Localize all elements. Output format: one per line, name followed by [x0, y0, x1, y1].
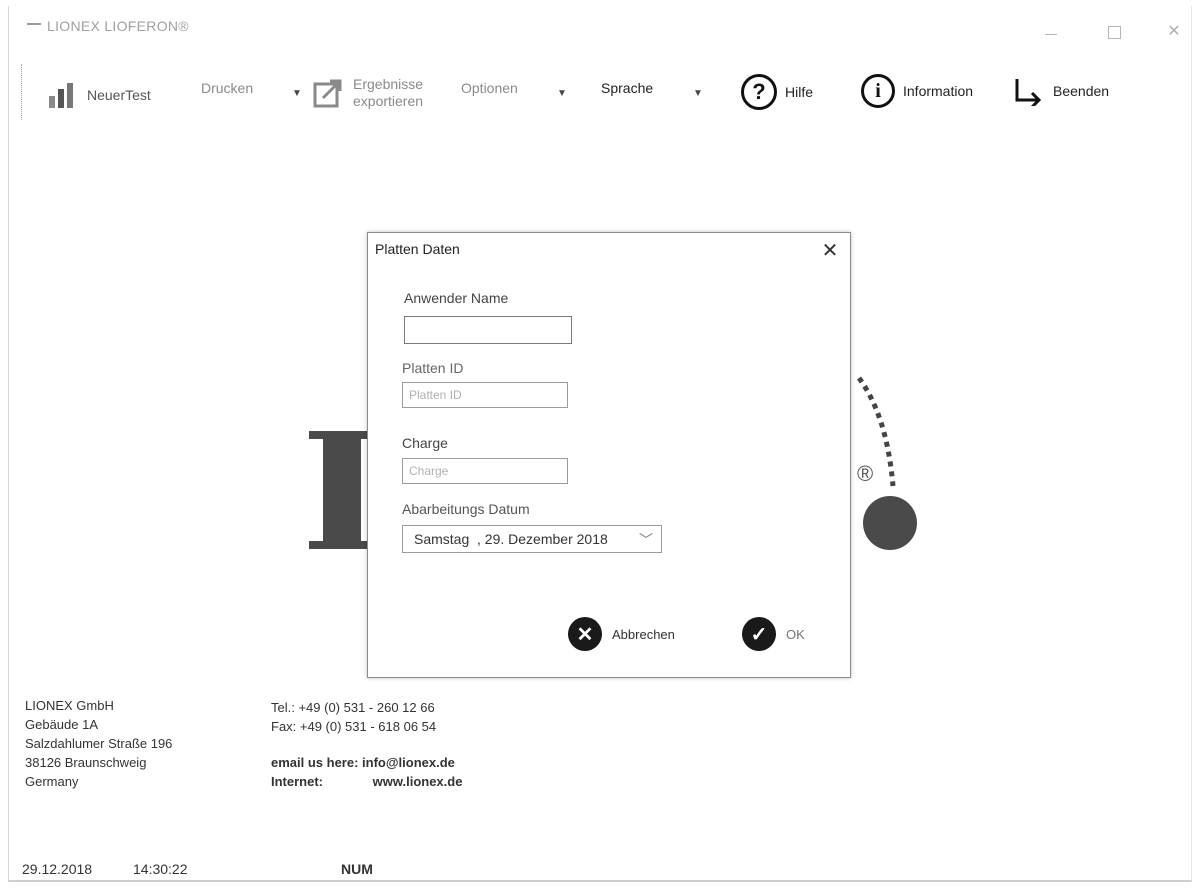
- language-label: Sprache: [601, 80, 654, 96]
- export-results-button[interactable]: Ergebnisse exportieren: [313, 76, 423, 110]
- options-button[interactable]: Optionen: [461, 80, 518, 96]
- bar-chart-icon: [49, 83, 73, 108]
- website-link[interactable]: www.lionex.de: [373, 774, 463, 789]
- cancel-label: Abbrechen: [612, 626, 675, 642]
- email-line: email us here: info@lionex.de: [271, 755, 455, 770]
- information-label: Information: [903, 83, 974, 99]
- company-contact: Tel.: +49 (0) 531 - 260 12 66 Fax: +49 (…: [271, 698, 462, 791]
- address-line: Gebäude 1A: [25, 717, 99, 732]
- exit-label: Beenden: [1053, 83, 1110, 99]
- plate-data-dialog: Platten Daten ✕ Anwender Name Platten ID…: [367, 232, 851, 678]
- new-test-label: NeuerTest: [87, 87, 151, 103]
- check-circle-icon: ✓: [742, 617, 776, 651]
- user-name-label: Anwender Name: [404, 290, 509, 306]
- date-label: Abarbeitungs Datum: [402, 501, 530, 517]
- cancel-button[interactable]: ✕ Abbrechen: [568, 617, 675, 651]
- batch-input[interactable]: [402, 458, 568, 484]
- help-button[interactable]: ? Hilfe: [741, 74, 813, 110]
- plate-id-label: Platten ID: [402, 360, 464, 376]
- window-title: LIONEX LIOFERON®: [47, 18, 189, 34]
- print-label: Drucken: [201, 80, 254, 96]
- plate-id-input[interactable]: [402, 382, 568, 408]
- app-window: LIONEX LIOFERON® ✕ NeuerTest Drucken ▼ E…: [8, 6, 1192, 882]
- information-button[interactable]: i Information: [861, 74, 973, 108]
- exit-arrow-icon: [1015, 79, 1042, 106]
- batch-label: Charge: [402, 435, 448, 451]
- logo-ball: [863, 496, 917, 550]
- registered-mark: ®: [857, 461, 874, 486]
- app-icon: [27, 23, 41, 25]
- help-label: Hilfe: [785, 84, 814, 100]
- address-line: 38126 Braunschweig: [25, 755, 147, 770]
- status-num-lock: NUM: [341, 861, 373, 877]
- user-name-input[interactable]: [404, 316, 572, 344]
- language-button[interactable]: Sprache: [601, 80, 653, 96]
- chevron-down-icon: ﹀: [639, 532, 653, 548]
- toolbar: NeuerTest Drucken ▼ Ergebnisse exportier…: [9, 66, 1191, 136]
- new-test-button[interactable]: NeuerTest: [47, 80, 151, 110]
- dialog-close-icon[interactable]: ✕: [818, 239, 842, 263]
- status-date: 29.12.2018: [22, 861, 93, 877]
- question-circle-icon: ?: [741, 74, 777, 110]
- options-label: Optionen: [461, 80, 518, 96]
- address-line: LIONEX GmbH: [25, 698, 114, 713]
- print-button[interactable]: Drucken: [201, 80, 253, 96]
- logo-letter-i: [309, 431, 375, 549]
- date-picker[interactable]: Samstag , 29. Dezember 2018 ﹀: [402, 525, 662, 553]
- phone-number: Tel.: +49 (0) 531 - 260 12 66: [271, 700, 435, 715]
- close-circle-icon: ✕: [568, 617, 602, 651]
- status-time: 14:30:22: [133, 861, 188, 877]
- language-dropdown-arrow[interactable]: ▼: [693, 88, 703, 99]
- export-icon: [313, 79, 342, 108]
- ok-button[interactable]: ✓ OK: [742, 617, 805, 651]
- export-label-line1: Ergebnisse: [353, 76, 424, 92]
- minimize-button[interactable]: [1037, 20, 1067, 44]
- options-dropdown-arrow[interactable]: ▼: [557, 88, 567, 99]
- dialog-title: Platten Daten: [375, 241, 460, 257]
- address-line: Germany: [25, 774, 79, 789]
- date-value: Samstag , 29. Dezember 2018: [414, 531, 608, 547]
- exit-button[interactable]: Beenden: [1013, 76, 1109, 106]
- print-dropdown-arrow[interactable]: ▼: [292, 88, 302, 99]
- address-line: Salzdahlumer Straße 196: [25, 736, 173, 751]
- export-label-line2: exportieren: [353, 93, 424, 109]
- maximize-button[interactable]: [1099, 20, 1129, 44]
- close-window-button[interactable]: ✕: [1159, 20, 1189, 44]
- internet-label: Internet:: [271, 774, 323, 789]
- ok-label: OK: [786, 626, 805, 642]
- fax-number: Fax: +49 (0) 531 - 618 06 54: [271, 719, 437, 734]
- title-bar: LIONEX LIOFERON® ✕: [9, 6, 1191, 50]
- company-address: LIONEX GmbH Gebäude 1A Salzdahlumer Stra…: [25, 696, 172, 791]
- info-circle-icon: i: [861, 74, 895, 108]
